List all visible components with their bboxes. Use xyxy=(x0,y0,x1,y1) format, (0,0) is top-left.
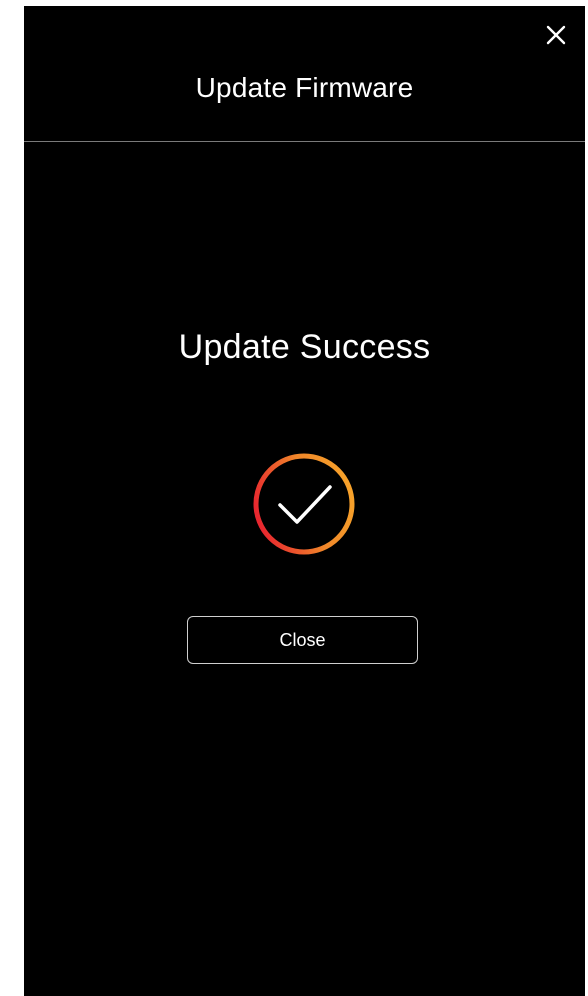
firmware-update-dialog: Update Firmware Update Success Close xyxy=(24,6,585,996)
header-divider xyxy=(24,141,585,142)
close-icon[interactable] xyxy=(544,23,568,47)
check-circle-icon xyxy=(250,450,358,558)
page-title: Update Firmware xyxy=(195,72,414,103)
status-title: Update Success xyxy=(178,328,431,366)
close-button[interactable]: Close xyxy=(187,616,418,664)
